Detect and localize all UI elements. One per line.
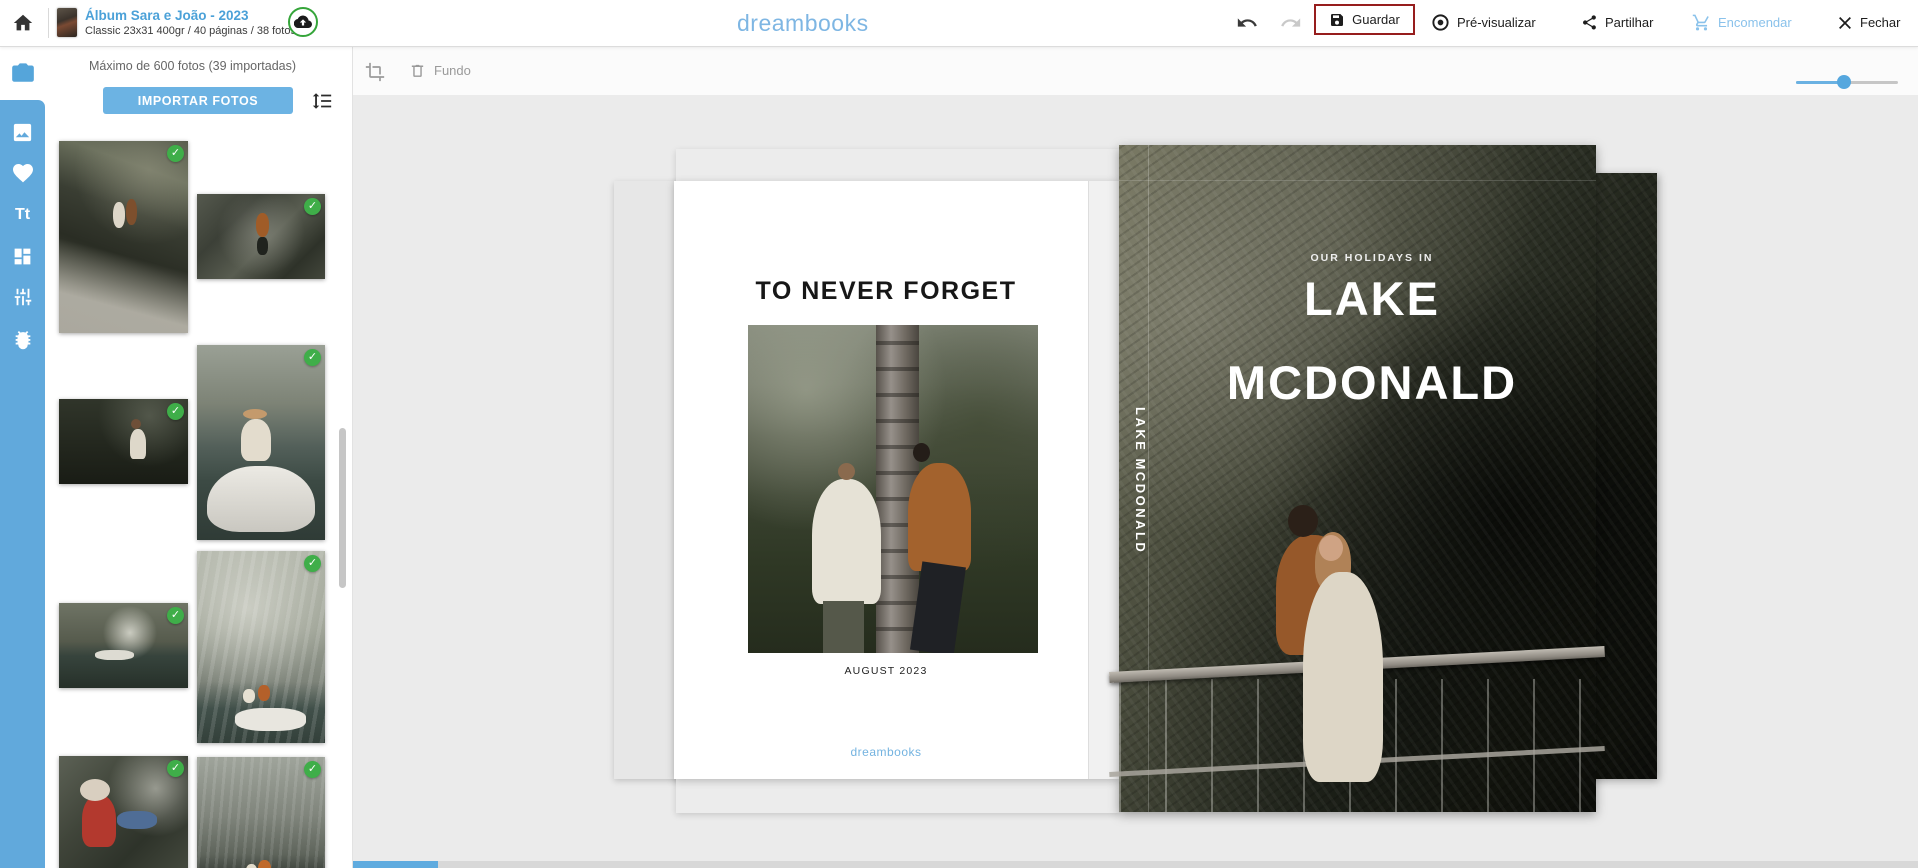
- sliders-icon: [12, 286, 34, 308]
- back-cover-date[interactable]: AUGUST 2023: [674, 665, 1098, 677]
- sort-button[interactable]: [311, 90, 333, 112]
- background-button[interactable]: Fundo: [409, 62, 471, 79]
- redo-icon: [1280, 12, 1302, 34]
- check-icon: [304, 761, 321, 778]
- front-cover-page[interactable]: LAKE MCDONALD OUR HOLIDAYS IN LAKE MCDON…: [1119, 145, 1596, 812]
- trash-icon: [409, 62, 426, 79]
- divider: [48, 8, 49, 38]
- photo-thumbnail[interactable]: [197, 551, 325, 743]
- camera-icon: [10, 59, 36, 85]
- photo-thumbnail[interactable]: [59, 603, 188, 688]
- layout-icon: [12, 246, 33, 267]
- top-bar: Álbum Sara e João - 2023 Classic 23x31 4…: [0, 0, 1918, 47]
- canvas-horizontal-scrollbar[interactable]: [353, 861, 1918, 868]
- photo-panel: Máximo de 600 fotos (39 importadas) IMPO…: [45, 46, 352, 868]
- photo-thumbnail[interactable]: [59, 399, 188, 484]
- close-label: Fechar: [1860, 15, 1900, 30]
- thumbnail-image: [197, 345, 325, 540]
- sort-icon: [311, 90, 333, 112]
- canvas-toolbar: Fundo: [353, 46, 1918, 95]
- save-button[interactable]: Guardar: [1352, 12, 1400, 27]
- app-window: Álbum Sara e João - 2023 Classic 23x31 4…: [0, 0, 1918, 868]
- import-photos-button[interactable]: IMPORTAR FOTOS: [103, 87, 293, 114]
- check-icon: [304, 555, 321, 572]
- save-button-highlight[interactable]: Guardar: [1314, 4, 1415, 35]
- photo-limit-label: Máximo de 600 fotos (39 importadas): [45, 59, 340, 73]
- close-button[interactable]: Fechar: [1837, 0, 1900, 45]
- spine-back-strip: [1089, 181, 1119, 779]
- panel-scrollbar[interactable]: [339, 428, 346, 588]
- album-cover-thumb: [57, 8, 77, 37]
- crop-icon: [365, 62, 385, 82]
- check-icon: [167, 145, 184, 162]
- front-cover-title-line1[interactable]: LAKE: [1148, 271, 1596, 326]
- front-cover-title-line2[interactable]: MCDONALD: [1148, 355, 1596, 410]
- check-icon: [167, 403, 184, 420]
- sidebar-item-photos[interactable]: [0, 52, 45, 92]
- share-icon: [1581, 14, 1598, 31]
- sidebar-item-adjustments[interactable]: [0, 277, 45, 317]
- cloud-upload-icon: [294, 13, 312, 31]
- check-icon: [167, 607, 184, 624]
- background-label: Fundo: [434, 63, 471, 78]
- back-cover-title[interactable]: TO NEVER FORGET: [674, 277, 1098, 306]
- sidebar: Tt: [0, 46, 45, 868]
- preview-label: Pré-visualizar: [1457, 15, 1536, 30]
- sidebar-item-images[interactable]: [0, 112, 45, 152]
- save-icon: [1329, 12, 1345, 28]
- photo-thumbnail[interactable]: [197, 345, 325, 540]
- photo-thumbnail[interactable]: [197, 757, 325, 868]
- spine-title[interactable]: LAKE MCDONALD: [1120, 407, 1148, 597]
- check-icon: [304, 198, 321, 215]
- photo-thumbnail[interactable]: [59, 141, 188, 333]
- back-cover-brand-logo: dreambooks: [674, 745, 1098, 759]
- thumbnail-image: [197, 551, 325, 743]
- check-icon: [167, 760, 184, 777]
- undo-icon: [1236, 12, 1258, 34]
- heart-icon: [11, 161, 35, 185]
- album-meta: Álbum Sara e João - 2023 Classic 23x31 4…: [85, 7, 296, 38]
- crop-button[interactable]: [365, 62, 385, 82]
- cart-icon: [1692, 13, 1711, 32]
- trim-guide: [1119, 180, 1596, 181]
- album-title[interactable]: Álbum Sara e João - 2023: [85, 7, 296, 24]
- home-icon: [12, 12, 34, 34]
- image-icon: [11, 121, 34, 144]
- order-label: Encomendar: [1718, 15, 1792, 30]
- sidebar-item-layouts[interactable]: [0, 236, 45, 276]
- eye-icon: [1431, 13, 1450, 32]
- app-logo: dreambooks: [737, 10, 869, 37]
- thumbnail-image: [59, 141, 188, 333]
- share-label: Partilhar: [1605, 15, 1653, 30]
- photo-thumbnail[interactable]: [197, 194, 325, 279]
- editor-canvas: Fundo TO NEVER FORGET: [352, 46, 1918, 868]
- home-button[interactable]: [12, 0, 34, 45]
- bug-icon: [12, 328, 34, 350]
- zoom-slider-thumb[interactable]: [1837, 75, 1851, 89]
- text-icon: Tt: [15, 206, 30, 224]
- page-crease: [1088, 181, 1089, 779]
- sidebar-item-stickers[interactable]: [0, 319, 45, 359]
- canvas-hscroll-thumb[interactable]: [353, 861, 438, 868]
- back-cover-page[interactable]: TO NEVER FORGET AUGUST 2023 dreambooks: [674, 181, 1119, 779]
- photo-thumbnail[interactable]: [59, 756, 188, 868]
- order-button[interactable]: Encomendar: [1692, 0, 1792, 45]
- zoom-slider[interactable]: [1796, 75, 1898, 89]
- album-subtitle: Classic 23x31 400gr / 40 páginas / 38 fo…: [85, 24, 296, 38]
- back-cover-photo[interactable]: [748, 325, 1038, 653]
- sidebar-item-text[interactable]: Tt: [0, 195, 45, 235]
- sidebar-item-favorites[interactable]: [0, 153, 45, 193]
- share-button[interactable]: Partilhar: [1581, 0, 1653, 45]
- upload-status-button[interactable]: [288, 7, 318, 37]
- check-icon: [304, 349, 321, 366]
- close-icon: [1837, 15, 1853, 31]
- front-cover-kicker[interactable]: OUR HOLIDAYS IN: [1148, 252, 1596, 264]
- redo-button[interactable]: [1280, 0, 1302, 45]
- preview-button[interactable]: Pré-visualizar: [1431, 0, 1536, 45]
- undo-button[interactable]: [1236, 0, 1258, 45]
